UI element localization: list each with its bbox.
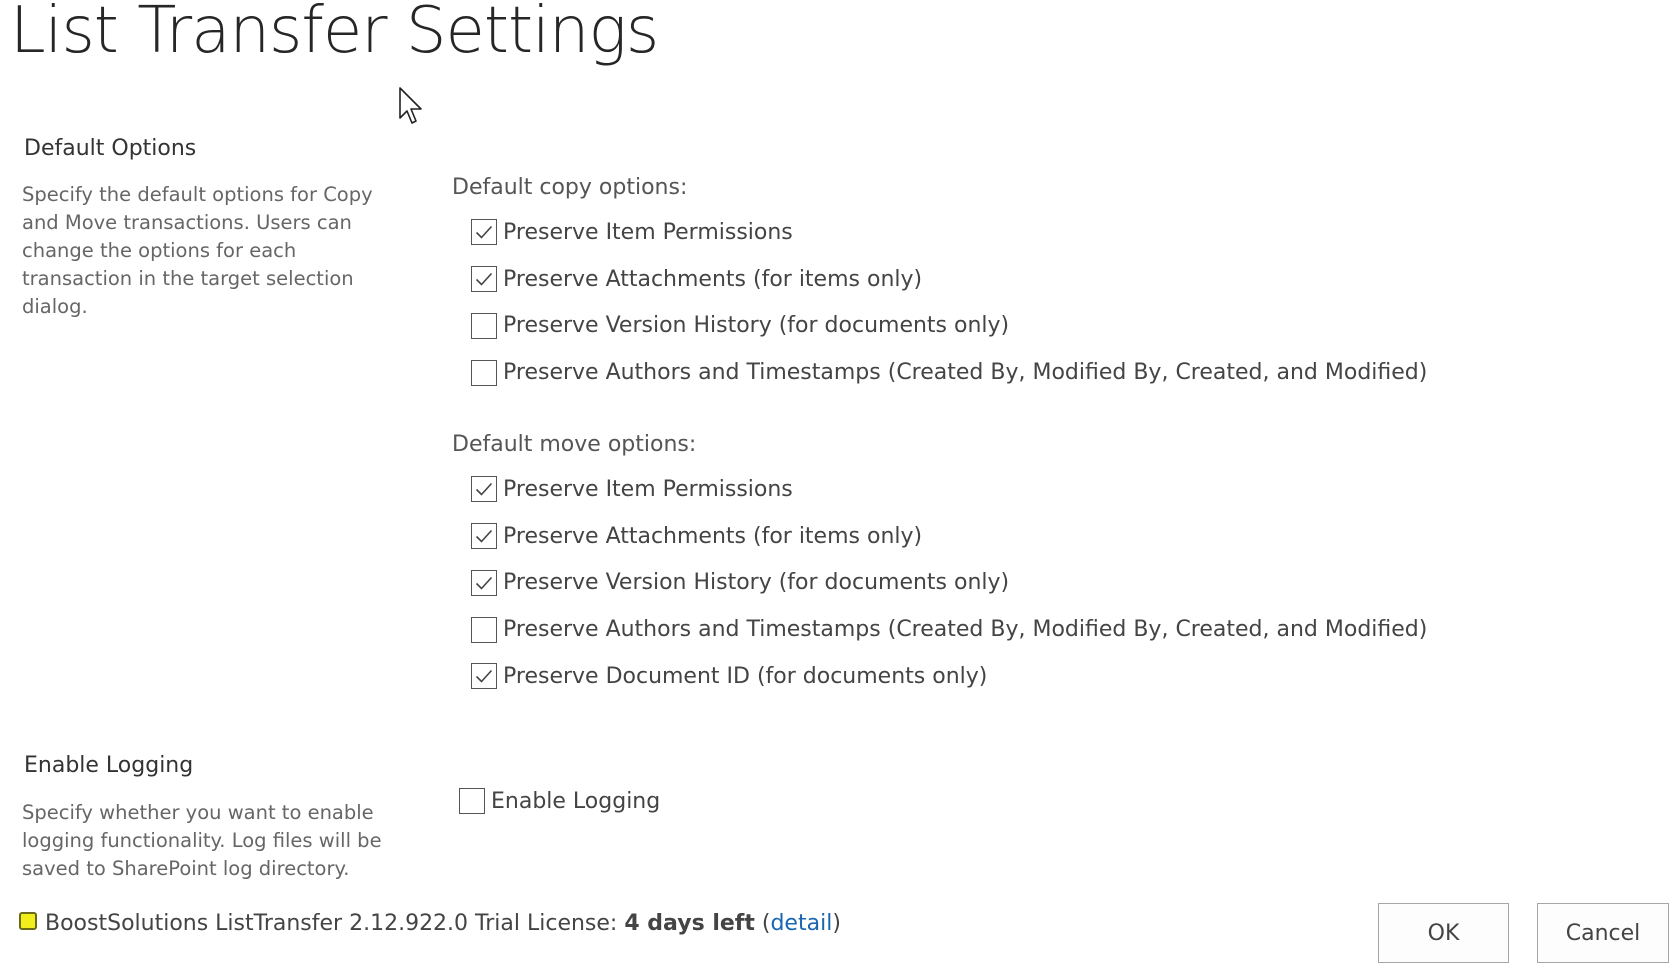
checkmark-icon [475,530,493,543]
checkbox[interactable] [471,569,497,596]
open-paren: ( [761,911,771,936]
copy-options-label: Default copy options: [452,175,688,200]
checkbox[interactable] [471,523,497,550]
close-paren: ) [832,911,841,936]
checkmark-icon [475,273,493,286]
option-label: Preserve Authors and Timestamps (Created… [503,360,1428,386]
checkbox[interactable] [471,476,497,503]
move-option-attachments[interactable]: Preserve Attachments (for items only) [471,513,1427,560]
enable-logging-option[interactable]: Enable Logging [459,778,660,825]
mouse-pointer-icon [399,87,422,124]
license-text: BoostSolutions ListTransfer 2.12.922.0 T… [45,911,618,936]
copy-option-version-history[interactable]: Preserve Version History (for documents … [471,303,1427,350]
license-detail-link[interactable]: detail [770,911,832,936]
license-days-left: 4 days left [624,911,755,936]
enable-logging-heading: Enable Logging [24,753,194,778]
checkbox[interactable] [471,219,497,246]
move-option-version-history[interactable]: Preserve Version History (for documents … [471,560,1427,607]
move-option-item-permissions[interactable]: Preserve Item Permissions [471,466,1427,513]
option-label: Preserve Version History (for documents … [503,313,1010,339]
checkmark-icon [475,670,493,684]
option-label: Preserve Item Permissions [503,476,793,502]
checkbox[interactable] [471,312,497,339]
checkbox[interactable] [459,788,485,815]
copy-option-attachments[interactable]: Preserve Attachments (for items only) [471,256,1427,303]
checkmark-icon [475,483,493,497]
checkbox[interactable] [471,266,497,293]
move-option-authors-timestamps[interactable]: Preserve Authors and Timestamps (Created… [471,606,1427,653]
option-label: Preserve Attachments (for items only) [503,266,923,292]
option-label: Preserve Attachments (for items only) [503,523,923,549]
copy-options-list: Preserve Item Permissions Preserve Attac… [471,209,1427,396]
cancel-button[interactable]: Cancel [1537,903,1669,963]
page-title: List Transfer Settings [10,0,659,68]
license-status-icon [19,911,37,930]
enable-logging-description: Specify whether you want to enable loggi… [22,801,382,880]
checkmark-icon [475,576,493,590]
copy-option-authors-timestamps[interactable]: Preserve Authors and Timestamps (Created… [471,349,1427,396]
option-label: Enable Logging [491,788,661,814]
checkmark-icon [475,226,493,240]
move-options-list: Preserve Item Permissions Preserve Attac… [471,466,1427,700]
option-label: Preserve Item Permissions [503,219,793,245]
default-options-heading: Default Options [24,136,197,161]
copy-option-item-permissions[interactable]: Preserve Item Permissions [471,209,1427,256]
default-options-description: Specify the default options for Copy and… [22,183,373,318]
option-label: Preserve Authors and Timestamps (Created… [503,617,1428,643]
option-label: Preserve Version History (for documents … [503,570,1010,596]
license-info: BoostSolutions ListTransfer 2.12.922.0 T… [19,911,841,936]
ok-button[interactable]: OK [1378,903,1509,963]
list-transfer-settings-page: List Transfer Settings Default Options S… [0,0,1674,970]
move-option-document-id[interactable]: Preserve Document ID (for documents only… [471,653,1427,700]
option-label: Preserve Document ID (for documents only… [503,663,988,689]
checkbox[interactable] [471,359,497,386]
checkbox[interactable] [471,616,497,643]
checkbox[interactable] [471,663,497,690]
move-options-label: Default move options: [452,432,697,457]
